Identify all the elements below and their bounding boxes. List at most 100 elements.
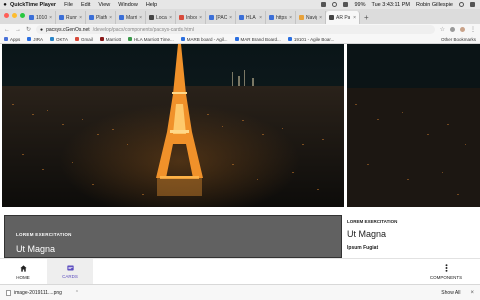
other-bookmarks[interactable]: Other Bookmarks (441, 37, 476, 42)
tab-label: HLA (246, 14, 256, 21)
tab-label: Platfo (96, 14, 107, 21)
browser-tab[interactable]: Inbox × (176, 11, 206, 24)
bookmark-favicon-icon (74, 37, 79, 41)
tab-close-icon[interactable]: × (289, 15, 292, 21)
dropbox-icon[interactable] (321, 2, 327, 7)
minimize-window-button[interactable] (12, 13, 17, 18)
bookmark-item[interactable]: 19101 - Agile Boar... (287, 37, 334, 42)
wifi-icon[interactable] (343, 2, 349, 7)
extension-icon[interactable] (450, 27, 455, 32)
tab-close-icon[interactable]: × (109, 15, 112, 21)
menu-window[interactable]: Window (118, 2, 138, 8)
bookmark-item[interactable]: MARB board - Agil... (180, 37, 228, 42)
browser-tab[interactable]: Marrio× (116, 11, 146, 24)
nav-home[interactable]: HOME (0, 259, 46, 285)
bookmark-favicon-icon (127, 37, 132, 41)
browser-tab[interactable]: https: × (266, 11, 296, 24)
bookmark-favicon-icon (180, 37, 185, 41)
bookmark-item[interactable]: MAR Brand Board... (234, 36, 281, 42)
tab-close-icon[interactable]: × (229, 15, 232, 21)
address-path: /develop/pacs/components/pacsys-cards.ht… (92, 26, 194, 33)
zoom-window-button[interactable] (20, 13, 25, 18)
bookmarks-bar: Apps JIRA OKTA Gmail Marriott HLA Marriott Ti… (0, 35, 480, 44)
browser-tab-strip: 1010×Runni×Platfo×Marrio×Locati×Inbox×[P… (0, 9, 480, 24)
cards-icon (66, 265, 74, 271)
tab-close-icon[interactable]: × (49, 15, 52, 21)
window-controls (4, 13, 25, 18)
bookmark-label: Apps (10, 36, 21, 42)
bookmark-star-icon[interactable]: ☆ (440, 26, 445, 33)
user-name[interactable]: Robin Gillespie (416, 2, 453, 8)
profile-avatar-icon[interactable] (460, 27, 465, 32)
tab-close-icon[interactable]: × (199, 15, 202, 21)
bookmark-item[interactable]: HLA Marriott Time... (127, 36, 174, 42)
tab-favicon-icon (329, 15, 334, 20)
bookmark-item[interactable]: Apps (4, 37, 20, 42)
tab-favicon-icon (29, 15, 34, 20)
address-domain: pacsys.cGenOs.net (46, 26, 90, 33)
address-bar[interactable]: ● pacsys.cGenOs.net/develop/pacs/compone… (36, 25, 435, 34)
nav-components[interactable]: COMPONENTS (423, 259, 469, 285)
tab-label: Runni (66, 14, 77, 21)
tab-close-icon[interactable]: × (353, 15, 356, 21)
browser-tab[interactable]: Locati× (146, 11, 176, 24)
chevron-up-icon[interactable]: ⌃ (75, 290, 79, 296)
close-window-button[interactable] (4, 13, 9, 18)
apple-menu-icon[interactable]: ● (0, 2, 10, 8)
card-main-content[interactable]: LOREM EXERCITATION Ut Magna (4, 215, 342, 258)
bookmark-label: MAR Brand Board... (240, 36, 281, 42)
tab-close-icon[interactable]: × (139, 15, 142, 21)
notification-center-icon[interactable] (470, 2, 475, 7)
spotlight-icon[interactable] (459, 2, 464, 7)
browser-tab[interactable]: HLA × (236, 11, 266, 24)
menu-app-name[interactable]: QuickTime Player (10, 2, 56, 8)
browser-tab[interactable]: AR Pa × (326, 11, 360, 24)
browser-tab[interactable]: Runni× (56, 11, 86, 24)
tab-close-icon[interactable]: × (319, 15, 322, 21)
tab-favicon-icon (269, 15, 274, 20)
tab-label: Naviga (306, 14, 317, 21)
nav-cards[interactable]: CARDS (47, 259, 93, 285)
new-tab-button[interactable]: + (360, 13, 373, 24)
clock-label[interactable]: Tue 3:43:11 PM (371, 2, 410, 8)
show-all-downloads[interactable]: Show All (441, 290, 460, 296)
card-hero-image-side (347, 44, 480, 207)
tab-close-icon[interactable]: × (79, 15, 82, 21)
forward-arrow-icon[interactable]: → (15, 27, 21, 33)
paris-night-image-cropped (347, 44, 480, 207)
browser-tab[interactable]: Platfo× (86, 11, 116, 24)
back-arrow-icon[interactable]: ← (4, 27, 10, 33)
tab-favicon-icon (209, 15, 214, 20)
bookmark-item[interactable]: Gmail (74, 37, 93, 42)
bookmark-item[interactable]: JIRA (27, 37, 43, 42)
download-item[interactable]: image-2019111....png ⌃ (6, 289, 79, 296)
battery-label[interactable]: 99% (354, 2, 365, 8)
tab-label: Inbox (186, 14, 198, 21)
paris-night-image (2, 44, 344, 207)
tab-close-icon[interactable]: × (259, 15, 262, 21)
bookmark-item[interactable]: Marriott (99, 37, 121, 42)
bottom-navigation: HOME CARDS COMPONENTS (0, 258, 480, 285)
bookmark-label: HLA Marriott Time... (133, 36, 174, 42)
reload-icon[interactable]: ↻ (26, 26, 31, 33)
menu-file[interactable]: File (64, 2, 73, 8)
menu-view[interactable]: View (98, 2, 110, 8)
timemachine-icon[interactable] (332, 2, 338, 7)
tab-close-icon[interactable]: × (169, 15, 172, 21)
card-side-content[interactable]: LOREM EXERCITATION Ut Magna Ipsum Fugiat (347, 215, 480, 258)
browser-tab[interactable]: Naviga× (296, 11, 326, 24)
tab-label: https: (276, 14, 288, 21)
bookmark-item[interactable]: OKTA (50, 37, 68, 42)
chrome-menu-icon[interactable]: ⋮ (470, 26, 476, 33)
browser-tab[interactable]: 1010 × (26, 11, 56, 24)
card-side-subtitle: Ipsum Fugiat (347, 245, 379, 251)
tab-favicon-icon (179, 15, 184, 20)
browser-tab[interactable]: [PACS× (206, 11, 236, 24)
card-main-eyebrow: LOREM EXERCITATION (16, 232, 72, 237)
menu-edit[interactable]: Edit (81, 2, 90, 8)
menu-help[interactable]: Help (146, 2, 157, 8)
card-side-eyebrow: LOREM EXERCITATION (347, 219, 398, 224)
close-icon[interactable]: × (470, 290, 474, 296)
nav-cards-label: CARDS (62, 274, 78, 279)
bookmark-label: OKTA (56, 36, 68, 42)
